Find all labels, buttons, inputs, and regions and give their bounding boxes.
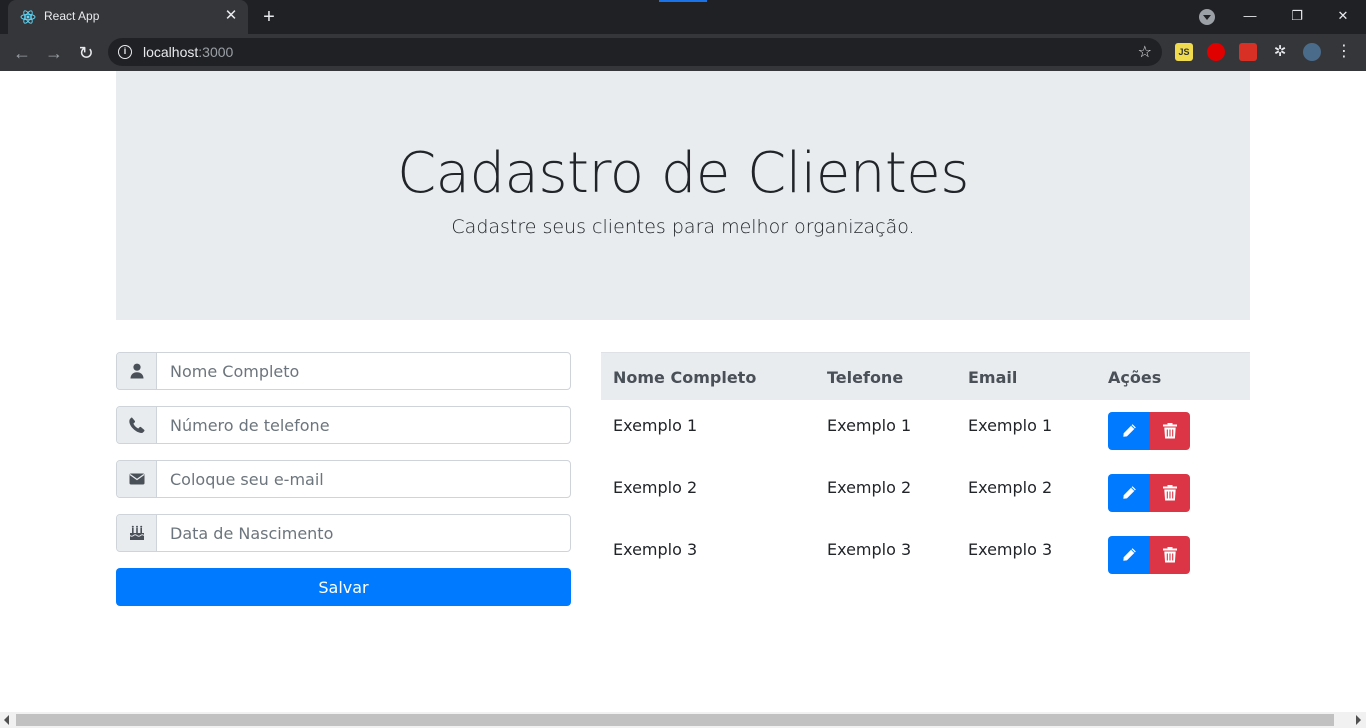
horizontal-scrollbar[interactable] (0, 712, 1366, 728)
cell-email: Exemplo 2 (968, 478, 1053, 497)
phone-group (116, 406, 571, 444)
envelope-icon (117, 461, 157, 497)
table-row: Exemplo 2 Exemplo 2 Exemplo 2 (601, 462, 1250, 524)
delete-button[interactable] (1150, 412, 1190, 450)
phone-icon (117, 407, 157, 443)
full-name-group (116, 352, 571, 390)
scroll-right-arrow-icon[interactable] (1356, 715, 1361, 725)
cell-email: Exemplo 1 (968, 416, 1053, 435)
red-extension-icon[interactable] (1239, 43, 1257, 61)
cell-full-name: Exemplo 2 (613, 478, 698, 497)
cell-phone: Exemplo 1 (827, 416, 912, 435)
puzzle-extensions-icon[interactable]: ✲ (1271, 43, 1289, 61)
edit-button[interactable] (1108, 412, 1150, 450)
url-text[interactable]: localhost:3000 (143, 44, 233, 60)
pencil-icon (1123, 548, 1136, 561)
address-bar[interactable]: i localhost:3000 ☆ (108, 38, 1162, 66)
reload-icon[interactable]: ↻ (73, 40, 99, 66)
scrollbar-thumb[interactable] (16, 714, 1334, 726)
birthdate-input[interactable] (158, 515, 570, 551)
bookmark-star-icon[interactable]: ☆ (1138, 42, 1152, 62)
profile-avatar-icon[interactable] (1303, 43, 1321, 61)
jumbotron-header: Cadastro de Clientes Cadastre seus clien… (116, 71, 1250, 320)
page-title: Cadastro de Clientes (397, 141, 969, 206)
trash-icon (1163, 423, 1177, 439)
scroll-left-arrow-icon[interactable] (4, 715, 9, 725)
user-icon (117, 353, 157, 389)
site-info-icon[interactable]: i (118, 45, 132, 59)
browser-tab-bar: React App ✕ + — ❐ ✕ (0, 0, 1366, 34)
tab-close-icon[interactable]: ✕ (222, 7, 240, 25)
phone-input[interactable] (158, 407, 570, 443)
tab-drag-indicator (659, 0, 707, 2)
browser-toolbar: ← → ↻ i localhost:3000 ☆ JS ✲ ⋮ (0, 34, 1366, 71)
new-tab-button[interactable]: + (258, 6, 280, 28)
email-group (116, 460, 571, 498)
edit-button[interactable] (1108, 474, 1150, 512)
header-email: Email (968, 368, 1018, 387)
birthdate-group (116, 514, 571, 552)
cell-phone: Exemplo 3 (827, 540, 912, 559)
cell-phone: Exemplo 2 (827, 478, 912, 497)
minimize-button[interactable]: — (1235, 4, 1265, 28)
browser-tab[interactable]: React App ✕ (8, 0, 248, 34)
table-header: Nome Completo Telefone Email Ações (601, 352, 1250, 400)
delete-button[interactable] (1150, 474, 1190, 512)
browser-menu-icon[interactable]: ⋮ (1336, 42, 1352, 62)
email-input[interactable] (158, 461, 570, 497)
header-phone: Telefone (827, 368, 904, 387)
js-extension-icon[interactable]: JS (1175, 43, 1193, 61)
cell-email: Exemplo 3 (968, 540, 1053, 559)
trash-icon (1163, 485, 1177, 501)
birthday-cake-icon (117, 515, 157, 551)
restore-button[interactable]: ❐ (1282, 4, 1312, 28)
tab-title: React App (44, 9, 100, 23)
trash-icon (1163, 547, 1177, 563)
full-name-input[interactable] (158, 353, 570, 389)
forward-arrow-icon[interactable]: → (41, 40, 67, 66)
delete-button[interactable] (1150, 536, 1190, 574)
table-row: Exemplo 3 Exemplo 3 Exemplo 3 (601, 524, 1250, 586)
cell-full-name: Exemplo 3 (613, 540, 698, 559)
header-actions: Ações (1108, 368, 1162, 387)
cell-full-name: Exemplo 1 (613, 416, 698, 435)
back-arrow-icon[interactable]: ← (9, 40, 35, 66)
header-full-name: Nome Completo (613, 368, 757, 387)
pencil-icon (1123, 486, 1136, 499)
window-close-button[interactable]: ✕ (1328, 4, 1358, 28)
pencil-icon (1123, 424, 1136, 437)
edit-button[interactable] (1108, 536, 1150, 574)
save-button[interactable]: Salvar (116, 568, 571, 606)
react-favicon-icon (20, 10, 36, 24)
table-row: Exemplo 1 Exemplo 1 Exemplo 1 (601, 400, 1250, 462)
tab-search-icon[interactable] (1199, 9, 1215, 25)
adblock-extension-icon[interactable] (1207, 43, 1225, 61)
page-subtitle: Cadastre seus clientes para melhor organ… (451, 216, 915, 238)
clients-table: Nome Completo Telefone Email Ações Exemp… (601, 352, 1250, 586)
